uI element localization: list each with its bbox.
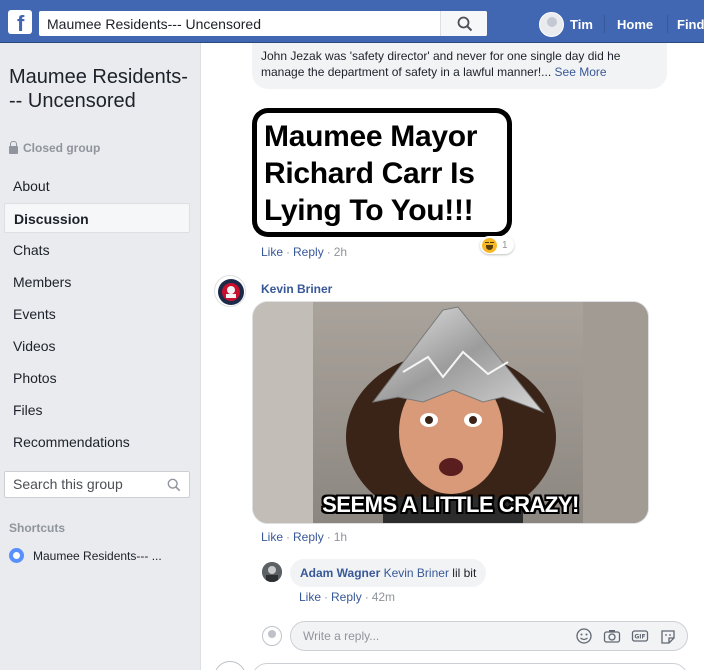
group-privacy-label: Closed group xyxy=(9,141,100,155)
sidebar-item-members[interactable]: Members xyxy=(4,267,190,297)
meme-image-text: Maumee Mayor Richard Carr Is Lying To Yo… xyxy=(264,120,478,227)
reply-actions: Like · Reply · 42m xyxy=(299,590,396,604)
group-search-box xyxy=(4,471,190,498)
reply-author[interactable]: Adam Wagner xyxy=(300,566,380,580)
svg-text:GIF: GIF xyxy=(634,634,645,641)
nav-user-name: Tim xyxy=(570,16,593,32)
search-icon xyxy=(457,16,473,32)
global-search-input[interactable]: Maumee Residents--- Uncensored xyxy=(47,16,261,32)
sidebar-item-videos[interactable]: Videos xyxy=(4,331,190,361)
nav-divider xyxy=(667,15,668,33)
sidebar-item-events[interactable]: Events xyxy=(4,299,190,329)
reply-tools: GIF xyxy=(565,628,677,644)
lock-icon xyxy=(9,141,18,154)
reply-timestamp[interactable]: 42m xyxy=(372,590,395,604)
like-button[interactable]: Like xyxy=(299,590,321,604)
profile-avatar xyxy=(539,11,564,37)
sidebar-item-chats[interactable]: Chats xyxy=(4,235,190,265)
sidebar-item-files[interactable]: Files xyxy=(4,395,190,425)
shortcut-label: Maumee Residents--- ... xyxy=(33,548,162,563)
nav-home-link[interactable]: Home xyxy=(617,17,653,32)
global-search-button[interactable] xyxy=(440,11,487,36)
sticker-icon[interactable] xyxy=(659,628,677,644)
commenter-avatar[interactable] xyxy=(214,275,246,307)
shortcut-item-group[interactable]: Maumee Residents--- ... xyxy=(9,548,162,563)
reply-input[interactable] xyxy=(303,629,563,643)
global-search-bar[interactable]: Maumee Residents--- Uncensored xyxy=(39,11,487,36)
comment-actions: Like · Reply · 2h xyxy=(261,245,348,259)
comment-author[interactable]: Kevin Briner xyxy=(261,282,332,296)
nav-profile-link[interactable]: Tim xyxy=(539,11,593,37)
comment-image-meme[interactable]: Maumee Mayor Richard Carr Is Lying To Yo… xyxy=(252,108,512,237)
group-title[interactable]: Maumee Residents--- Uncensored xyxy=(9,65,189,113)
group-sidebar: Maumee Residents--- Uncensored Closed gr… xyxy=(0,43,201,670)
sidebar-item-discussion[interactable]: Discussion xyxy=(4,203,190,233)
reply-bubble: Adam Wagner Kevin Briner lil bit xyxy=(290,559,487,587)
reply-text: lil bit xyxy=(452,566,477,580)
reply-button[interactable]: Reply xyxy=(293,245,324,259)
nav-find-friends-link[interactable]: Find xyxy=(677,17,704,32)
comment-actions: Like · Reply · 1h xyxy=(261,530,348,544)
reaction-summary[interactable]: 1 xyxy=(480,236,514,254)
camera-icon[interactable] xyxy=(603,628,621,644)
person-photo-icon xyxy=(262,562,282,582)
reply-button[interactable]: Reply xyxy=(293,530,324,544)
next-comment-box[interactable] xyxy=(252,663,688,670)
mention-tag[interactable]: Kevin Briner xyxy=(384,566,449,580)
comment-gif[interactable]: SEEMS A LITTLE CRAZY! xyxy=(252,301,649,524)
team-logo-icon xyxy=(218,279,244,305)
reply-button[interactable]: Reply xyxy=(331,590,362,604)
top-navigation-bar: f Maumee Residents--- Uncensored Tim Hom… xyxy=(0,0,704,43)
group-icon xyxy=(9,548,24,563)
reply-composer: GIF xyxy=(290,621,688,651)
reply-author-avatar[interactable] xyxy=(262,562,282,582)
sidebar-item-recommendations[interactable]: Recommendations xyxy=(4,427,190,457)
discussion-feed: John Jezak was 'safety director' and nev… xyxy=(202,43,704,670)
current-user-avatar xyxy=(262,626,282,646)
sidebar-item-photos[interactable]: Photos xyxy=(4,363,190,393)
like-button[interactable]: Like xyxy=(261,530,283,544)
gif-caption: SEEMS A LITTLE CRAZY! xyxy=(322,492,579,517)
group-search-input[interactable] xyxy=(13,476,163,492)
comment-timestamp[interactable]: 2h xyxy=(334,245,347,259)
group-privacy-text: Closed group xyxy=(23,141,101,155)
nav-divider xyxy=(604,15,605,33)
reaction-count: 1 xyxy=(502,239,508,251)
shortcuts-heading: Shortcuts xyxy=(9,521,66,535)
sidebar-item-about[interactable]: About xyxy=(4,171,190,201)
comment-bubble: John Jezak was 'safety director' and nev… xyxy=(252,43,667,89)
emoji-icon[interactable] xyxy=(575,628,593,644)
like-button[interactable]: Like xyxy=(261,245,283,259)
search-icon[interactable] xyxy=(167,478,181,492)
next-comment-avatar xyxy=(214,661,246,670)
comment-timestamp[interactable]: 1h xyxy=(334,530,347,544)
gif-image xyxy=(253,302,648,523)
facebook-logo-icon[interactable]: f xyxy=(8,10,32,36)
gif-icon[interactable]: GIF xyxy=(631,628,649,644)
haha-reaction-icon xyxy=(482,237,497,253)
group-menu: About Discussion Chats Members Events Vi… xyxy=(4,171,190,459)
see-more-link[interactable]: See More xyxy=(555,65,607,79)
